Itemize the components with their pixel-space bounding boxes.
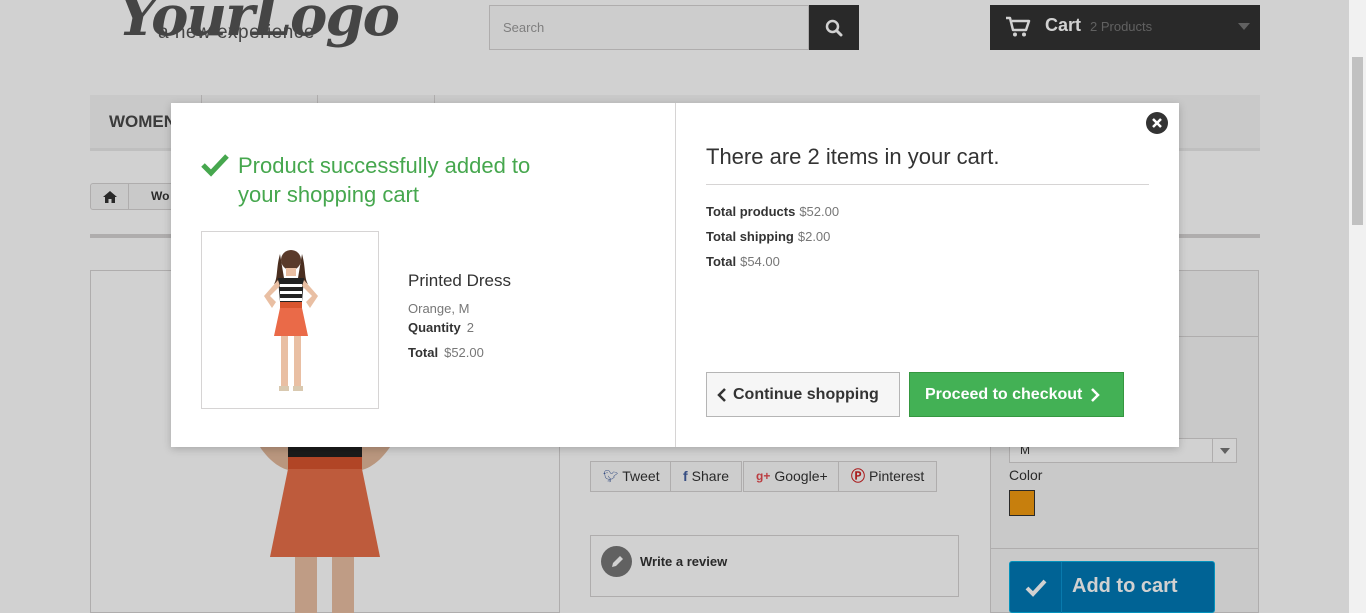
proceed-to-checkout-button[interactable]: Proceed to checkout (909, 372, 1124, 417)
proceed-to-checkout-label: Proceed to checkout (925, 385, 1083, 403)
total-shipping-value: $2.00 (797, 229, 831, 244)
quantity-value: 2 (466, 320, 474, 335)
grand-total-label: Total (706, 254, 737, 269)
divider (706, 184, 1149, 185)
product-total-label: Total (408, 345, 439, 360)
total-shipping-label: Total shipping (706, 229, 794, 244)
product-quantity-row: Quantity 2 (408, 320, 474, 335)
chevron-right-icon (1091, 387, 1101, 402)
total-products-row: Total products $52.00 (706, 204, 839, 219)
added-to-cart-modal: Product successfully added to your shopp… (171, 103, 1179, 447)
continue-shopping-button[interactable]: Continue shopping (706, 372, 900, 417)
modal-summary-panel: There are 2 items in your cart. Total pr… (676, 103, 1179, 447)
continue-shopping-label: Continue shopping (733, 385, 879, 403)
chevron-left-icon (717, 387, 726, 402)
quantity-label: Quantity (408, 320, 461, 335)
cart-summary-title: There are 2 items in your cart. (706, 144, 1000, 169)
check-icon (201, 154, 229, 177)
grand-total-value: $54.00 (740, 254, 780, 269)
product-thumbnail (201, 231, 379, 409)
product-attributes: Orange, M (408, 301, 470, 316)
total-shipping-row: Total shipping $2.00 (706, 229, 830, 244)
scrollbar-thumb[interactable] (1352, 57, 1363, 225)
product-total-value: $52.00 (444, 345, 484, 360)
product-name: Printed Dress (408, 271, 511, 290)
total-products-label: Total products (706, 204, 796, 219)
success-message: Product successfully added to your shopp… (238, 153, 531, 207)
modal-product-panel: Product successfully added to your shopp… (171, 103, 676, 447)
grand-total-row: Total $54.00 (706, 254, 780, 269)
close-icon[interactable] (1146, 112, 1168, 134)
total-products-value: $52.00 (799, 204, 840, 219)
product-total-row: Total $52.00 (408, 345, 484, 360)
